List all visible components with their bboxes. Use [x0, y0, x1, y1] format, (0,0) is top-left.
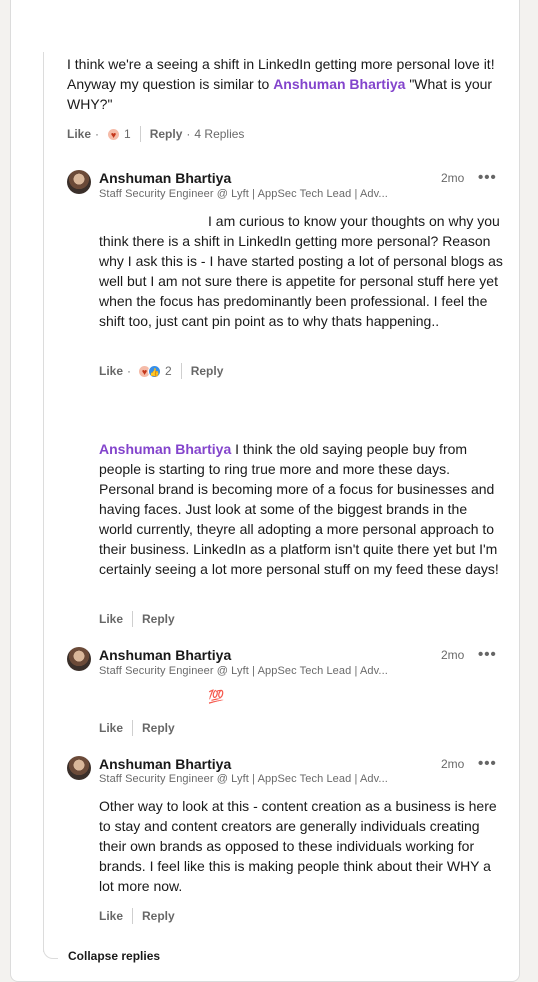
reply-actions: Like Reply [99, 609, 175, 629]
avatar[interactable] [67, 756, 91, 780]
divider [132, 611, 134, 627]
top-comment-text: I think we're a seeing a shift in Linked… [67, 56, 495, 112]
reply-text: Anshuman Bhartiya I think the old saying… [99, 441, 499, 577]
timestamp: 2mo [441, 757, 465, 771]
reply-text: 💯 [208, 689, 225, 704]
reply-actions: Like · ♥ 👍 2 Reply [99, 363, 224, 379]
like-button[interactable]: Like [99, 612, 123, 626]
mention-link[interactable]: Anshuman Bhartiya [273, 76, 405, 92]
like-button[interactable]: Like [99, 721, 123, 735]
love-reaction-icon: ♥ [107, 127, 121, 141]
reply-text: Other way to look at this - content crea… [99, 798, 497, 894]
reply-button[interactable]: Reply [142, 721, 175, 735]
reply-text: I am curious to know your thoughts on wh… [99, 213, 503, 329]
reply-actions: Like Reply [99, 906, 175, 926]
replies-count-link[interactable]: 4 Replies [194, 127, 244, 141]
more-horizontal-icon[interactable]: ••• [478, 646, 497, 663]
author-name[interactable]: Anshuman Bhartiya [99, 170, 231, 186]
reply-button[interactable]: Reply [191, 364, 224, 378]
reply-actions: Like Reply [99, 718, 175, 738]
reply-button[interactable]: Reply [142, 612, 175, 626]
like-button[interactable]: Like [67, 127, 91, 141]
divider [139, 126, 141, 142]
timestamp: 2mo [441, 171, 465, 185]
like-reaction-icon: 👍 [148, 364, 162, 378]
mention-link[interactable]: Anshuman Bhartiya [99, 441, 231, 457]
thread-curve [43, 938, 58, 959]
top-comment-actions: Like · ♥ 1 Reply · 4 Replies [67, 126, 245, 142]
more-horizontal-icon[interactable]: ••• [478, 169, 497, 186]
like-button[interactable]: Like [99, 909, 123, 923]
reply-button[interactable]: Reply [150, 127, 183, 141]
avatar[interactable] [67, 647, 91, 671]
thread-line [43, 52, 44, 952]
timestamp: 2mo [441, 648, 465, 662]
reaction-count[interactable]: 1 [124, 127, 131, 141]
divider [180, 363, 182, 379]
like-button[interactable]: Like [99, 364, 123, 378]
author-name[interactable]: Anshuman Bhartiya [99, 647, 231, 663]
author-headline: Staff Security Engineer @ Lyft | AppSec … [99, 773, 388, 785]
author-name[interactable]: Anshuman Bhartiya [99, 756, 231, 772]
avatar[interactable] [67, 170, 91, 194]
author-headline: Staff Security Engineer @ Lyft | AppSec … [99, 665, 388, 677]
author-headline: Staff Security Engineer @ Lyft | AppSec … [99, 188, 388, 200]
more-horizontal-icon[interactable]: ••• [478, 755, 497, 772]
divider [132, 720, 134, 736]
reply-button[interactable]: Reply [142, 909, 175, 923]
reaction-count[interactable]: 2 [165, 364, 172, 378]
divider [132, 908, 134, 924]
collapse-replies-button[interactable]: Collapse replies [68, 949, 160, 963]
